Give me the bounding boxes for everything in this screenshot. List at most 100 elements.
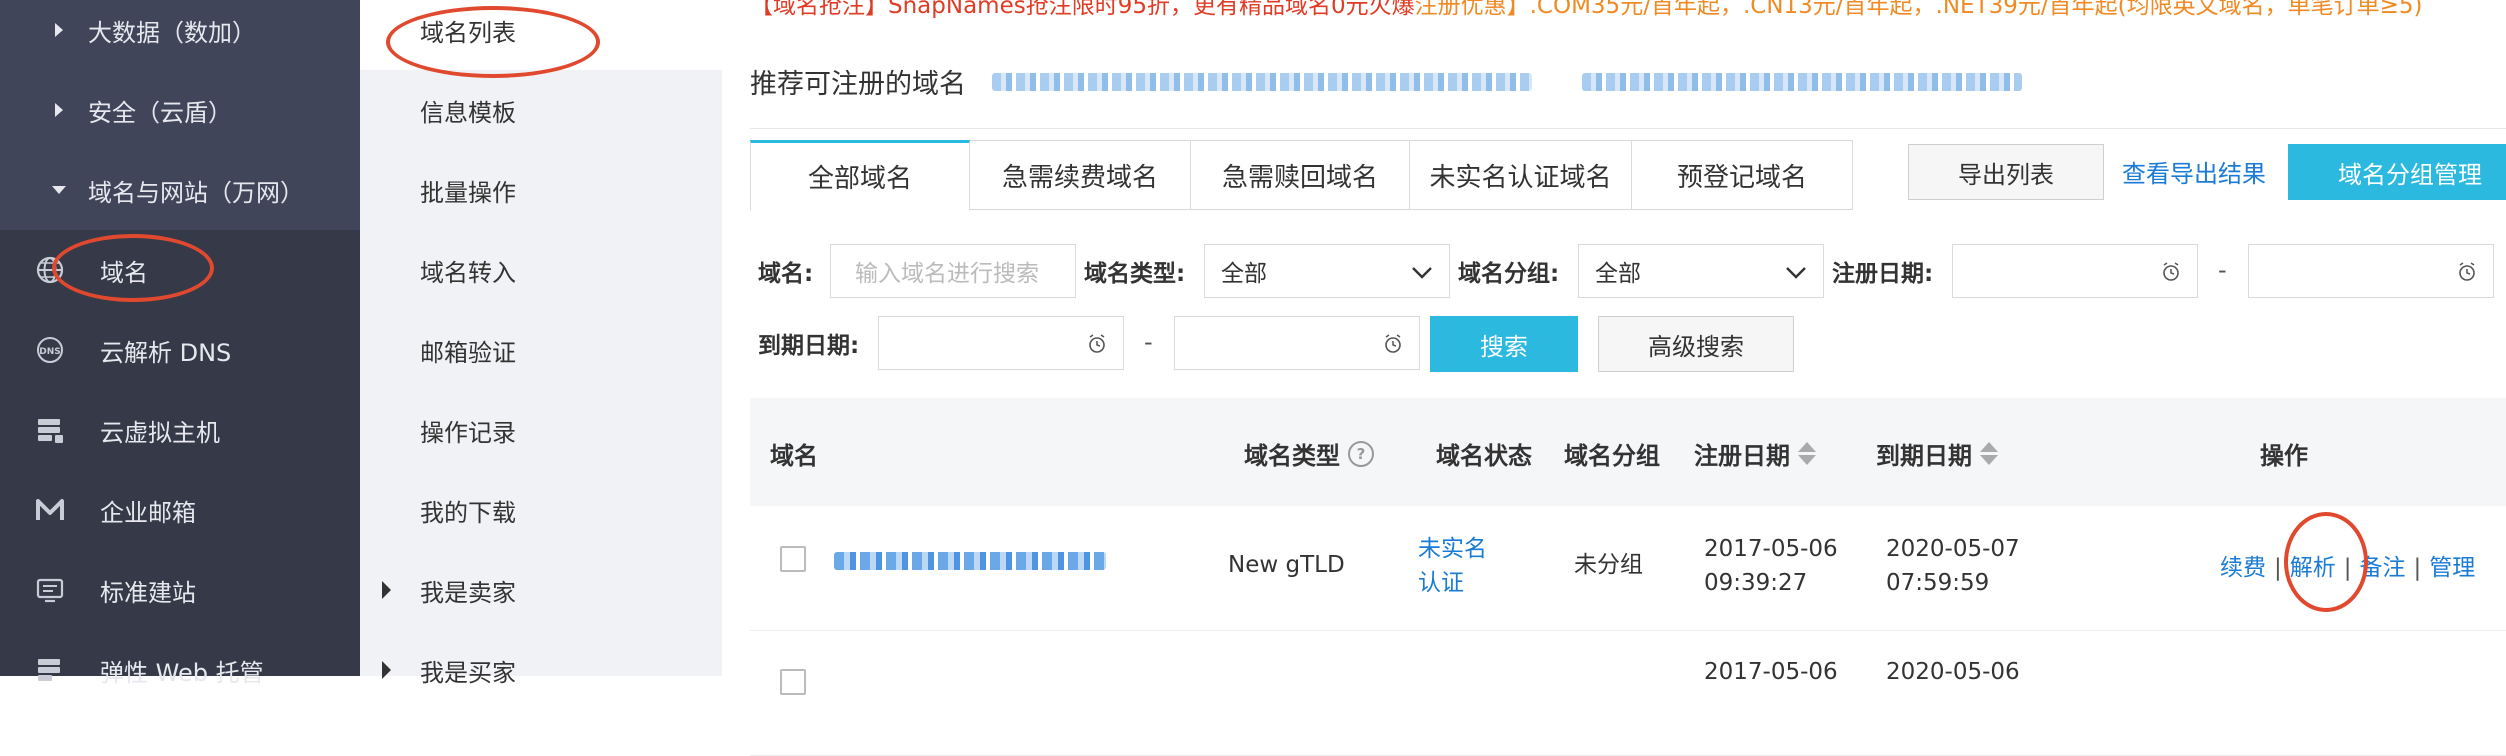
date-range-separator: -	[2218, 256, 2227, 284]
domain-group-value: 全部	[1595, 261, 1641, 287]
sidebar-item-web-hosting[interactable]: 弹性 Web 托管	[0, 630, 360, 710]
submenu-item-op-log[interactable]: 操作记录	[360, 390, 722, 470]
recommend-row: 推荐可注册的域名	[750, 62, 2022, 101]
submenu-item-label: 信息模板	[420, 98, 516, 127]
submenu-item-seller[interactable]: 我是卖家	[360, 550, 722, 630]
main-content: 【域名抢注】SnapNames抢注限时95折，更有精品域名0元火爆注册优惠】.C…	[722, 0, 2506, 756]
clock-icon	[1089, 334, 1105, 353]
blurred-domain-name[interactable]	[834, 552, 1106, 570]
tab-pre-registered[interactable]: 预登记域名	[1632, 140, 1853, 210]
tab-renew-urgent[interactable]: 急需续费域名	[970, 140, 1191, 210]
renew-link[interactable]: 续费	[2220, 555, 2266, 581]
submenu-item-buyer[interactable]: 我是买家	[360, 630, 722, 710]
manage-link[interactable]: 管理	[2429, 555, 2475, 581]
row-group: 未分组	[1574, 552, 1643, 578]
sidebar-group-bigdata[interactable]: 大数据（数加）	[0, 0, 360, 70]
row-exp-date: 2020-05-07 07:59:59	[1886, 532, 2020, 600]
col-type-label: 域名类型	[1244, 442, 1340, 470]
domain-submenu: 域名列表 信息模板 批量操作 域名转入 邮箱验证 操作记录 我的下载 我是卖家 …	[360, 0, 1082, 687]
row-checkbox[interactable]	[780, 546, 806, 572]
blurred-domain-suggestions[interactable]	[992, 72, 1532, 91]
submenu-item-label: 我是买家	[420, 658, 516, 687]
col-reg-date[interactable]: 注册日期	[1694, 436, 1816, 471]
tab-unverified[interactable]: 未实名认证域名	[1410, 140, 1632, 210]
domain-type-select[interactable]: 全部	[1204, 244, 1450, 298]
sidebar-item-site-builder[interactable]: 标准建站	[0, 550, 360, 630]
col-type: 域名类型 ?	[1244, 436, 1374, 471]
expand-arrow-icon	[0, 23, 88, 37]
reg-date-end-input[interactable]	[2248, 244, 2494, 298]
annotation-circle-domain-list	[386, 6, 600, 78]
sidebar-group-label: 大数据（数加）	[88, 18, 256, 47]
annotation-circle-resolve	[2284, 512, 2368, 612]
sort-icon[interactable]	[1798, 442, 1816, 465]
separator: |	[2274, 555, 2282, 581]
col-ops: 操作	[2260, 442, 2308, 470]
promo-notice[interactable]: 【域名抢注】SnapNames抢注限时95折，更有精品域名0元火爆注册优惠】.C…	[750, 0, 2423, 20]
row-exp-date-value: 2020-05-07	[1886, 536, 2020, 562]
server-icon	[0, 415, 100, 445]
col-exp-date[interactable]: 到期日期	[1876, 436, 1998, 471]
submenu-item-batch-ops[interactable]: 批量操作	[360, 150, 722, 230]
row-reg-date-value: 2017-05-06	[1704, 536, 1838, 562]
clock-icon	[1385, 334, 1401, 353]
domain-search-input[interactable]: 输入域名进行搜索	[830, 244, 1076, 298]
submenu-item-transfer-in[interactable]: 域名转入	[360, 230, 722, 310]
date-range-separator: -	[1144, 328, 1153, 356]
submenu-item-email-verify[interactable]: 邮箱验证	[360, 310, 722, 390]
tab-all-domains[interactable]: 全部域名	[750, 140, 970, 210]
row-status-line2: 认证	[1418, 570, 1464, 596]
export-list-button[interactable]: 导出列表	[1908, 144, 2104, 200]
view-export-result-link[interactable]: 查看导出结果	[2122, 154, 2266, 189]
submenu-item-info-template[interactable]: 信息模板	[360, 70, 722, 150]
row-status-line1: 未实名	[1418, 536, 1487, 562]
reg-date-start-input[interactable]	[1952, 244, 2198, 298]
domain-tabs: 全部域名 急需续费域名 急需赎回域名 未实名认证域名 预登记域名	[750, 140, 1853, 212]
advanced-search-button[interactable]: 高级搜索	[1598, 316, 1794, 372]
row-status-link[interactable]: 未实名 认证	[1418, 532, 1487, 600]
sort-icon[interactable]	[1980, 442, 1998, 465]
row-reg-time-value: 09:39:27	[1704, 570, 1808, 596]
chevron-down-icon	[1786, 267, 1806, 279]
domain-filter-label: 域名:	[758, 261, 814, 287]
sidebar-group-security[interactable]: 安全（云盾）	[0, 70, 360, 150]
monitor-icon	[0, 575, 100, 605]
row-reg-date: 2017-05-06 09:39:27	[1704, 532, 1838, 600]
submenu-item-label: 操作记录	[420, 418, 516, 447]
exp-date-end-input[interactable]	[1174, 316, 1420, 370]
sidebar-group-label: 安全（云盾）	[88, 98, 232, 127]
separator: |	[2413, 555, 2422, 581]
exp-date-start-input[interactable]	[878, 316, 1124, 370]
row-checkbox[interactable]	[780, 669, 806, 695]
sidebar-item-label: 云虚拟主机	[100, 418, 220, 447]
row-exp-time-value: 07:59:59	[1886, 570, 1990, 596]
tab-redeem-urgent[interactable]: 急需赎回域名	[1191, 140, 1410, 210]
promo-notice-text: 【域名抢注】SnapNames抢注限时95折，更有精品域名0元火爆	[750, 0, 1415, 19]
exp-date-label: 到期日期:	[758, 333, 860, 359]
search-button[interactable]: 搜索	[1430, 316, 1578, 372]
help-icon[interactable]: ?	[1348, 440, 1374, 467]
col-status: 域名状态	[1436, 442, 1532, 470]
col-domain: 域名	[770, 442, 818, 470]
row-domain-type: New gTLD	[1228, 552, 1345, 578]
mail-m-icon	[0, 495, 100, 525]
expand-arrow-icon	[0, 103, 88, 117]
sidebar-item-virtual-host[interactable]: 云虚拟主机	[0, 390, 360, 470]
svg-text:DNS: DNS	[39, 347, 61, 357]
submenu-item-label: 邮箱验证	[420, 338, 516, 367]
clock-icon	[2163, 262, 2179, 281]
recommend-label: 推荐可注册的域名	[750, 69, 966, 100]
sidebar-item-label: 标准建站	[100, 578, 196, 607]
blurred-domain-suggestions-2[interactable]	[1582, 72, 2022, 91]
domain-type-value: 全部	[1221, 261, 1267, 287]
submenu-item-label: 我的下载	[420, 498, 516, 527]
group-manage-button[interactable]: 域名分组管理	[2288, 144, 2506, 200]
sidebar-group-domains[interactable]: 域名与网站（万网）	[0, 150, 360, 230]
table-row: 2017-05-06 2020-05-06	[750, 631, 2506, 756]
sidebar-item-enterprise-mail[interactable]: 企业邮箱	[0, 470, 360, 550]
type-filter-label: 域名类型:	[1084, 261, 1186, 287]
domain-group-select[interactable]: 全部	[1578, 244, 1824, 298]
sidebar-item-dns[interactable]: DNS 云解析 DNS	[0, 310, 360, 390]
submenu-item-downloads[interactable]: 我的下载	[360, 470, 722, 550]
group-filter-label: 域名分组:	[1458, 261, 1560, 287]
